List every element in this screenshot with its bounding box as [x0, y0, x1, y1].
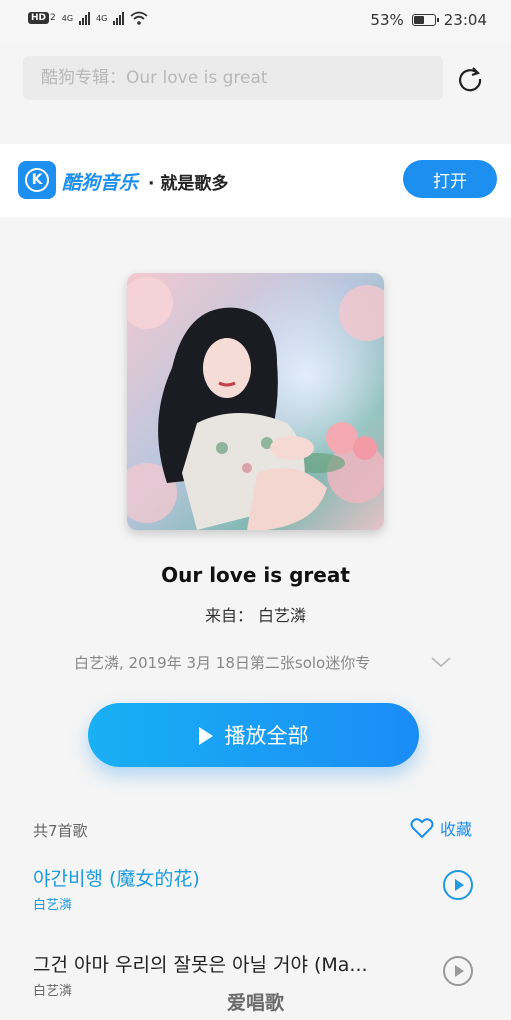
- open-app-button[interactable]: 打开: [403, 160, 497, 198]
- watermark: 爱唱歌: [226, 992, 284, 1014]
- status-bar: HD 2 4G 4G 53% 23:04: [0, 0, 511, 42]
- hd-badge: HD: [28, 12, 50, 24]
- clock: 23:04: [443, 11, 487, 29]
- battery-icon: [411, 14, 439, 26]
- song-title: 야간비행 (魔女的花): [33, 868, 200, 890]
- album-cover-art: [127, 273, 384, 530]
- logo-letter: K: [31, 172, 43, 188]
- brand-name: 酷狗音乐: [62, 172, 139, 194]
- album-title: Our love is great: [161, 563, 350, 587]
- battery-percent: 53%: [370, 11, 404, 29]
- album-artist[interactable]: 来自： 白艺潾: [0, 602, 511, 626]
- sim-number: 2: [50, 13, 56, 23]
- chevron-down-icon[interactable]: [430, 656, 452, 668]
- play-all-label: 播放全部: [224, 724, 309, 748]
- song-play-icon[interactable]: [443, 870, 473, 900]
- signal-2-icon: [113, 11, 125, 25]
- heart-icon: [410, 818, 434, 839]
- network-1-label: 4G: [61, 13, 74, 23]
- album-cover: [127, 273, 384, 530]
- status-left: HD 2 4G 4G: [28, 11, 148, 25]
- kugou-logo-icon: K: [18, 161, 56, 199]
- play-icon: [198, 727, 213, 745]
- battery-fill: [413, 16, 424, 24]
- slogan: · 就是歌多: [148, 174, 229, 194]
- refresh-icon[interactable]: [455, 64, 485, 94]
- favorite-label: 收藏: [440, 820, 473, 839]
- album-description[interactable]: 白艺潾, 2019年 3月 18日第二张solo迷你专: [74, 652, 414, 673]
- wifi-icon: [130, 11, 148, 25]
- signal-1-icon: [79, 11, 91, 25]
- song-play-icon[interactable]: [443, 956, 473, 986]
- network-2-label: 4G: [96, 13, 108, 23]
- track-count: 共7首歌: [33, 822, 88, 840]
- favorite-button[interactable]: 收藏: [410, 816, 472, 840]
- song-title: 그건 아마 우리의 잘못은 아닐 거야 (Ma...: [33, 954, 368, 976]
- search-bar[interactable]: [23, 56, 443, 100]
- search-input[interactable]: [23, 56, 443, 100]
- status-right: 53% 23:04: [370, 11, 487, 29]
- song-artist: 白艺潾: [33, 898, 73, 913]
- play-all-button[interactable]: 播放全部: [88, 703, 419, 767]
